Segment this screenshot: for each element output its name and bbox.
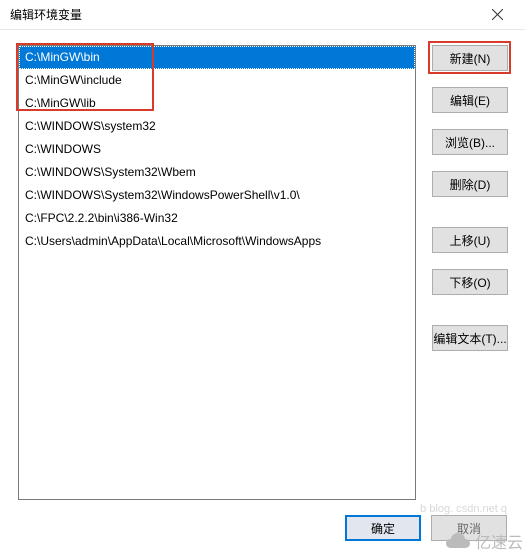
path-listbox[interactable]: C:\MinGW\bin C:\MinGW\include C:\MinGW\l… bbox=[18, 45, 416, 500]
list-item[interactable]: C:\MinGW\lib bbox=[19, 92, 415, 115]
title-bar: 编辑环境变量 bbox=[0, 0, 525, 30]
edit-button[interactable]: 编辑(E) bbox=[432, 87, 508, 113]
close-icon bbox=[492, 9, 503, 20]
window-title: 编辑环境变量 bbox=[10, 6, 82, 23]
list-item[interactable]: C:\Users\admin\AppData\Local\Microsoft\W… bbox=[19, 230, 415, 253]
cancel-button[interactable]: 取消 bbox=[431, 515, 507, 541]
edittext-button[interactable]: 编辑文本(T)... bbox=[432, 325, 508, 351]
list-item[interactable]: C:\WINDOWS\system32 bbox=[19, 115, 415, 138]
moveup-button[interactable]: 上移(U) bbox=[432, 227, 508, 253]
list-item[interactable]: C:\MinGW\include bbox=[19, 69, 415, 92]
list-item[interactable]: C:\MinGW\bin bbox=[19, 46, 415, 69]
new-button[interactable]: 新建(N) bbox=[432, 45, 508, 71]
close-button[interactable] bbox=[477, 1, 517, 29]
list-item[interactable]: C:\WINDOWS\System32\Wbem bbox=[19, 161, 415, 184]
list-item[interactable]: C:\WINDOWS\System32\WindowsPowerShell\v1… bbox=[19, 184, 415, 207]
list-item[interactable]: C:\WINDOWS bbox=[19, 138, 415, 161]
browse-button[interactable]: 浏览(B)... bbox=[432, 129, 508, 155]
ok-button[interactable]: 确定 bbox=[345, 515, 421, 541]
delete-button[interactable]: 删除(D) bbox=[432, 171, 508, 197]
list-item[interactable]: C:\FPC\2.2.2\bin\i386-Win32 bbox=[19, 207, 415, 230]
movedown-button[interactable]: 下移(O) bbox=[432, 269, 508, 295]
